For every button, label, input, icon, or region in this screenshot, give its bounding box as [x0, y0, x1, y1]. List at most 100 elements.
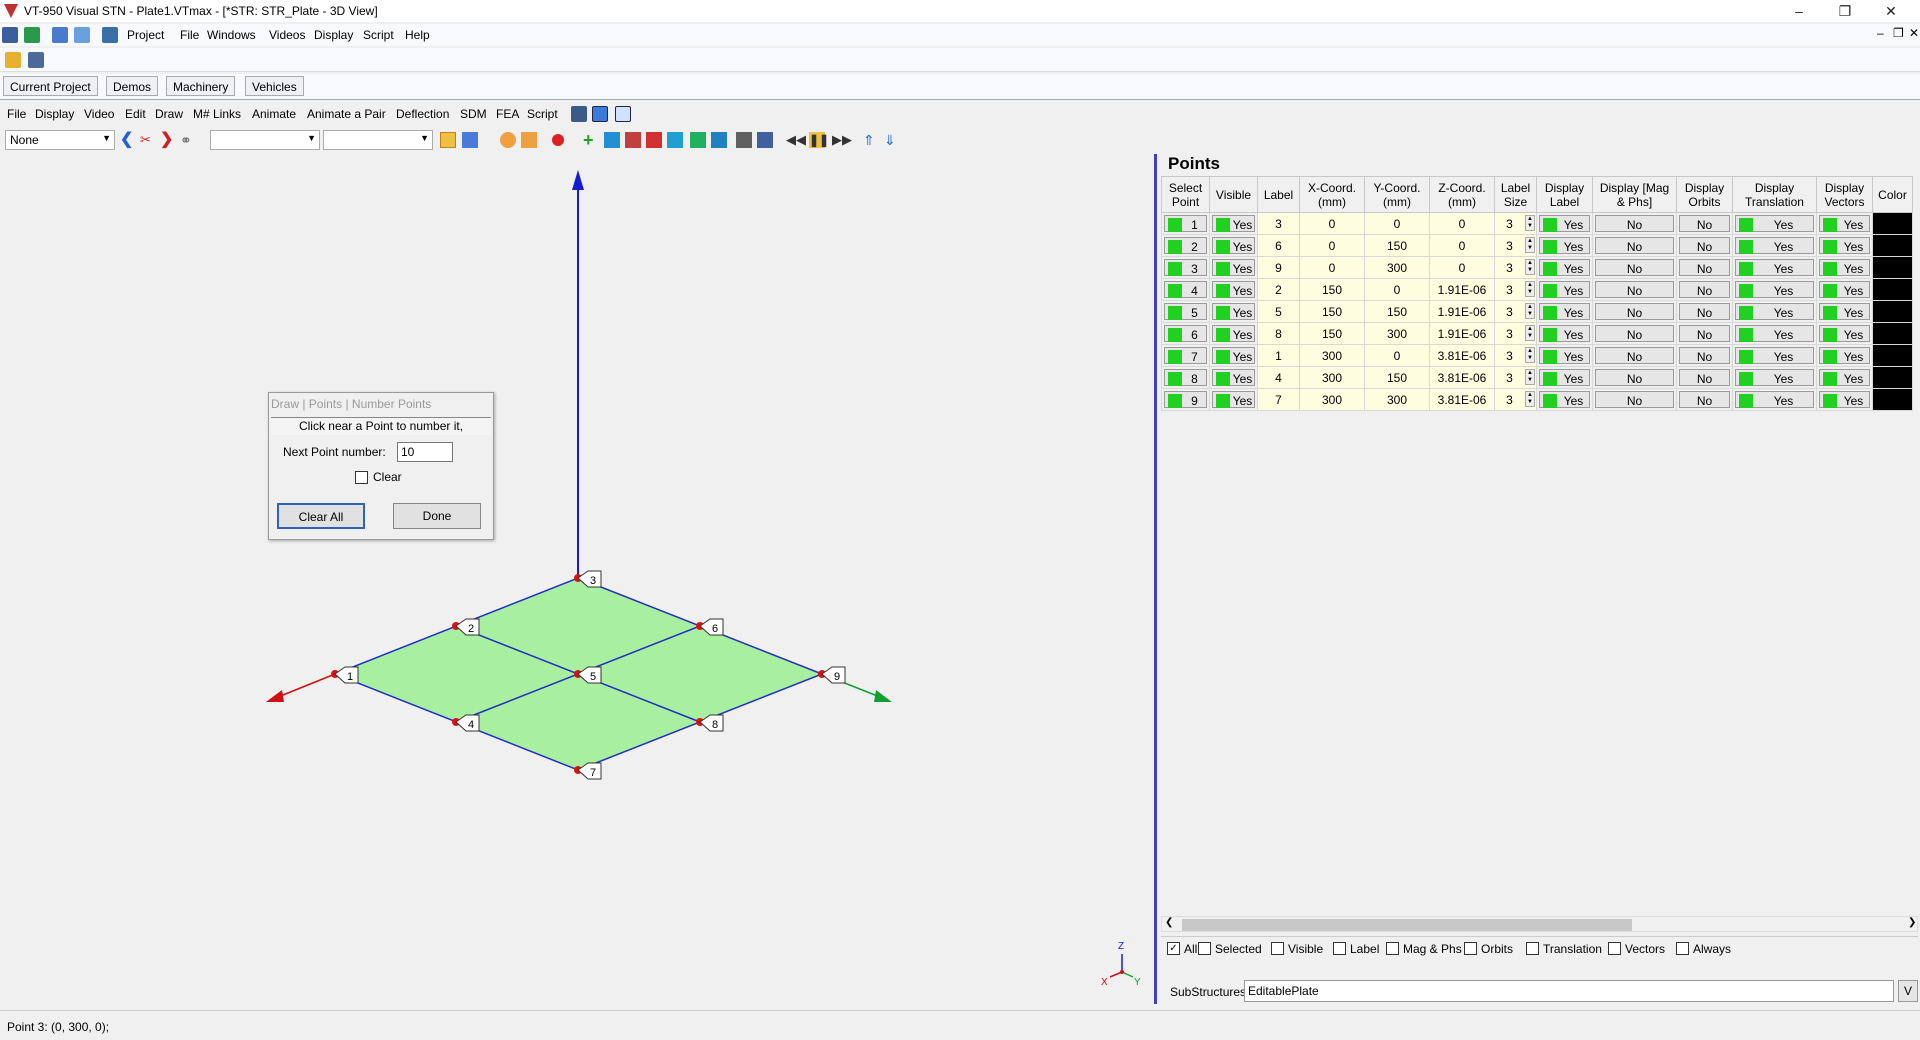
fast-forward-icon[interactable]: ▶▶	[832, 132, 852, 148]
label-size-cell[interactable]: 3 ▲ ▼	[1494, 278, 1537, 301]
display-mag-phs-toggle-button[interactable]: No	[1595, 215, 1674, 232]
display-orbits-toggle-button[interactable]: No	[1679, 325, 1730, 342]
x-coord-cell[interactable]: 300	[1299, 388, 1365, 411]
visible-toggle-button[interactable]: Yes	[1212, 391, 1255, 408]
select-point-button[interactable]: 3	[1164, 259, 1207, 276]
3d-view-canvas[interactable]: 3 2 6 1 5 9 4 8 7 Z X Y	[0, 154, 1154, 1004]
horizontal-scrollbar[interactable]: ❮ ❯	[1161, 916, 1918, 932]
display-translation-toggle-button[interactable]: Yes	[1735, 303, 1814, 320]
col-y-coord[interactable]: Y-Coord. (mm)	[1364, 176, 1430, 213]
window-icon[interactable]	[28, 52, 44, 68]
spin-icon[interactable]: ▲ ▼	[1525, 369, 1535, 385]
menu-windows[interactable]: Windows	[207, 28, 256, 42]
spin-icon[interactable]: ▲ ▼	[1525, 237, 1535, 253]
display-mag-phs-toggle-button[interactable]: No	[1595, 237, 1674, 254]
display-mag-phs-toggle-button[interactable]: No	[1595, 347, 1674, 364]
table-row[interactable]: 4 Yes 2 150 0 1.91E-06 3 ▲ ▼ Yes No No Yes Yes	[1161, 278, 1913, 301]
display-translation-toggle-button[interactable]: Yes	[1735, 369, 1814, 386]
display-translation-toggle-button[interactable]: Yes	[1735, 259, 1814, 276]
save-icon[interactable]	[571, 106, 587, 122]
display-orbits-toggle-button[interactable]: No	[1679, 369, 1730, 386]
visible-toggle-button[interactable]: Yes	[1212, 325, 1255, 342]
display-orbits-toggle-cell[interactable]: No	[1676, 212, 1733, 235]
label-cell[interactable]: 8	[1257, 322, 1300, 345]
display-vectors-toggle-button[interactable]: Yes	[1819, 325, 1870, 342]
display-translation-toggle-cell[interactable]: Yes	[1732, 256, 1817, 279]
display-label-toggle-cell[interactable]: Yes	[1536, 212, 1593, 235]
color-swatch[interactable]	[1872, 212, 1913, 235]
record-icon[interactable]	[500, 132, 516, 148]
select-point-cell[interactable]: 4	[1161, 278, 1210, 301]
x-coord-cell[interactable]: 150	[1299, 322, 1365, 345]
arrow-down-icon[interactable]: ⇓	[884, 132, 900, 148]
wmenu-sdm[interactable]: SDM	[460, 107, 487, 121]
wmenu-video[interactable]: Video	[84, 107, 114, 121]
display-vectors-toggle-button[interactable]: Yes	[1819, 259, 1870, 276]
color-swatch[interactable]	[1872, 388, 1913, 411]
display-translation-toggle-cell[interactable]: Yes	[1732, 234, 1817, 257]
display-label-toggle-button[interactable]: Yes	[1539, 325, 1590, 342]
scroll-right-icon[interactable]: ❯	[1908, 917, 1916, 928]
z-coord-cell[interactable]: 1.91E-06	[1429, 322, 1495, 345]
spin-icon[interactable]: ▲ ▼	[1525, 391, 1535, 407]
close-button[interactable]: ✕	[1868, 0, 1914, 22]
pause-icon[interactable]: ❚❚	[809, 132, 829, 148]
visible-toggle-cell[interactable]: Yes	[1209, 344, 1258, 367]
visible-toggle-button[interactable]: Yes	[1212, 215, 1255, 232]
label-cell[interactable]: 3	[1257, 212, 1300, 235]
display-vectors-toggle-button[interactable]: Yes	[1819, 347, 1870, 364]
color-swatch[interactable]	[1872, 278, 1913, 301]
menu-file[interactable]: File	[180, 28, 199, 42]
point-icon[interactable]	[552, 134, 564, 146]
display-translation-toggle-cell[interactable]: Yes	[1732, 344, 1817, 367]
table-row[interactable]: 6 Yes 8 150 300 1.91E-06 3 ▲ ▼ Yes No No Yes Yes	[1161, 322, 1913, 345]
tab-machinery[interactable]: Machinery	[166, 76, 236, 96]
label-cell[interactable]: 6	[1257, 234, 1300, 257]
label-size-cell[interactable]: 3 ▲ ▼	[1494, 322, 1537, 345]
node-icon[interactable]	[646, 132, 662, 148]
y-coord-cell[interactable]: 150	[1364, 300, 1430, 323]
display-mag-phs-toggle-button[interactable]: No	[1595, 281, 1674, 298]
label-checkbox[interactable]	[1333, 942, 1346, 955]
display-vectors-toggle-cell[interactable]: Yes	[1816, 256, 1873, 279]
display-label-toggle-button[interactable]: Yes	[1539, 237, 1590, 254]
z-coord-cell[interactable]: 0	[1429, 234, 1495, 257]
wmenu-animate[interactable]: Animate	[252, 107, 296, 121]
display-orbits-toggle-cell[interactable]: No	[1676, 300, 1733, 323]
display-orbits-toggle-cell[interactable]: No	[1676, 366, 1733, 389]
display-mag-phs-toggle-cell[interactable]: No	[1592, 234, 1677, 257]
col-display-translation[interactable]: Display Translation	[1732, 176, 1817, 213]
menu-project[interactable]: Project	[127, 28, 164, 42]
maximize-button[interactable]: ❐	[1822, 0, 1868, 22]
select-point-button[interactable]: 2	[1164, 237, 1207, 254]
select-point-button[interactable]: 5	[1164, 303, 1207, 320]
display-vectors-toggle-cell[interactable]: Yes	[1816, 212, 1873, 235]
label-cell[interactable]: 1	[1257, 344, 1300, 367]
select-point-button[interactable]: 6	[1164, 325, 1207, 342]
table-row[interactable]: 9 Yes 7 300 300 3.81E-06 3 ▲ ▼ Yes No No Yes Yes	[1161, 388, 1913, 411]
display-translation-toggle-cell[interactable]: Yes	[1732, 278, 1817, 301]
x-coord-cell[interactable]: 0	[1299, 212, 1365, 235]
display-label-toggle-button[interactable]: Yes	[1539, 215, 1590, 232]
vectors-checkbox[interactable]	[1608, 942, 1621, 955]
scroll-left-icon[interactable]: ❮	[1165, 917, 1173, 928]
display-mag-phs-toggle-cell[interactable]: No	[1592, 212, 1677, 235]
visible-toggle-cell[interactable]: Yes	[1209, 278, 1258, 301]
select-point-cell[interactable]: 5	[1161, 300, 1210, 323]
table-row[interactable]: 1 Yes 3 0 0 0 3 ▲ ▼ Yes No No Yes Yes	[1161, 212, 1913, 235]
table-row[interactable]: 7 Yes 1 300 0 3.81E-06 3 ▲ ▼ Yes No No Yes Yes	[1161, 344, 1913, 367]
display-translation-toggle-cell[interactable]: Yes	[1732, 366, 1817, 389]
wmenu-display[interactable]: Display	[35, 107, 74, 121]
grid-icon[interactable]	[74, 27, 90, 43]
label-cell[interactable]: 5	[1257, 300, 1300, 323]
display-translation-toggle-button[interactable]: Yes	[1735, 237, 1814, 254]
wrench-icon[interactable]	[736, 132, 752, 148]
select-point-cell[interactable]: 6	[1161, 322, 1210, 345]
visible-toggle-button[interactable]: Yes	[1212, 259, 1255, 276]
display-orbits-toggle-cell[interactable]: No	[1676, 322, 1733, 345]
col-label[interactable]: Label	[1257, 176, 1300, 213]
display-mag-phs-toggle-cell[interactable]: No	[1592, 322, 1677, 345]
visible-checkbox[interactable]	[1271, 942, 1284, 955]
pencil-icon[interactable]	[440, 132, 456, 148]
3d-view[interactable]: 3 2 6 1 5 9 4 8 7 Z X Y Draw | Points | …	[0, 154, 1154, 1004]
